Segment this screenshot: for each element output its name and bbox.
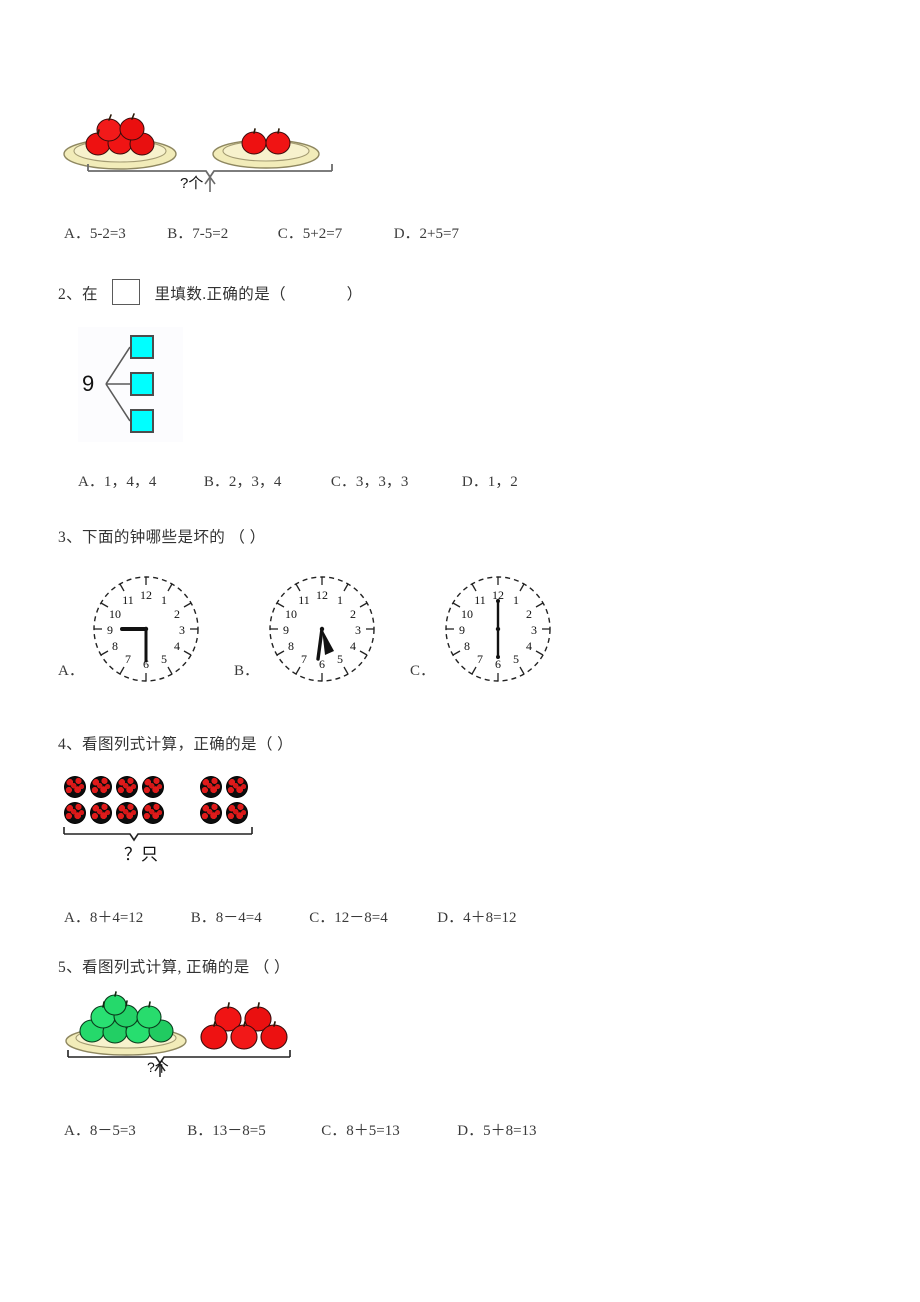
q4-stem: 4、看图列式计算，正确的是（ ） — [58, 736, 294, 753]
svg-text:1: 1 — [161, 593, 167, 607]
svg-text:1: 1 — [337, 593, 343, 607]
q2-total-number: 9 — [82, 371, 95, 396]
svg-text:12: 12 — [140, 588, 152, 602]
q4-options: A．8＋4=12 B．8－4=4 C．12－8=4 D．4＋8=12 — [64, 906, 858, 927]
q3-clock-b-svg: 12 12 345 678 91011 — [269, 576, 375, 682]
svg-text:11: 11 — [298, 593, 310, 607]
question-1: ?个 A．5-2=3 B．7-5=2 C．5+2=7 D．2+5=7 — [58, 96, 858, 243]
q3-clock-b-label: B． — [234, 663, 260, 679]
q5-option-a[interactable]: A．8－5=3 — [64, 1119, 136, 1140]
q4-option-a[interactable]: A．8＋4=12 — [64, 906, 143, 927]
q2-options: A．1，4，4 B．2，3，4 C．3，3，3 D．1，2 — [78, 470, 858, 491]
q1-options: A．5-2=3 B．7-5=2 C．5+2=7 D．2+5=7 — [64, 222, 858, 243]
svg-text:6: 6 — [319, 657, 325, 671]
q2-stem-close: ） — [346, 286, 363, 303]
q4-option-c[interactable]: C．12－8=4 — [309, 906, 387, 927]
q4-option-b[interactable]: B．8－4=4 — [191, 906, 262, 927]
svg-text:11: 11 — [474, 593, 486, 607]
svg-text:7: 7 — [477, 652, 483, 666]
svg-text:4: 4 — [350, 639, 356, 653]
q3-clock-c[interactable]: 12 1 2 345 678 9 10 11 — [438, 569, 558, 694]
worksheet-content: ?个 A．5-2=3 B．7-5=2 C．5+2=7 D．2+5=7 2、在 里… — [58, 96, 858, 1140]
q4-brace-svg — [63, 827, 253, 842]
q3-clock-b[interactable]: 12 1 2 345 678 9 10 11 — [262, 569, 382, 694]
svg-text:5: 5 — [513, 652, 519, 666]
svg-text:11: 11 — [122, 593, 134, 607]
svg-text:8: 8 — [464, 639, 470, 653]
q1-option-c[interactable]: C．5+2=7 — [278, 222, 342, 243]
q3-clock-a-label: A． — [58, 663, 84, 679]
svg-text:2: 2 — [526, 607, 532, 621]
q1-brace-label: ?个 — [180, 175, 204, 192]
svg-text:4: 4 — [174, 639, 180, 653]
question-2: 2、在 里填数.正确的是（ ） 9 A．1，4，4 B．2，3，4 C．3，3，… — [58, 279, 858, 491]
svg-text:4: 4 — [526, 639, 532, 653]
q5-apples-svg — [65, 991, 291, 1077]
svg-text:3: 3 — [179, 623, 185, 637]
q3-figure: 12 1 2 345 678 9 10 11 A． 12 1 2 3 4 5 6… — [58, 569, 858, 694]
svg-text:2: 2 — [350, 607, 356, 621]
svg-text:10: 10 — [109, 607, 121, 621]
q5-brace-label: ?个 — [147, 1059, 169, 1075]
q2-option-a[interactable]: A．1，4，4 — [78, 470, 156, 491]
svg-text:7: 7 — [301, 652, 307, 666]
q1-plates-svg — [63, 113, 333, 192]
svg-text:9: 9 — [283, 623, 289, 637]
q5-option-b[interactable]: B．13－8=5 — [187, 1119, 265, 1140]
svg-text:5: 5 — [337, 652, 343, 666]
q2-figure: 9 — [78, 327, 183, 442]
q4-option-d[interactable]: D．4＋8=12 — [437, 906, 516, 927]
q2-cyan-box-3[interactable] — [130, 409, 154, 433]
q5-option-c[interactable]: C．8＋5=13 — [321, 1119, 399, 1140]
question-4: 4、看图列式计算，正确的是（ ） ？只 A．8＋4=12 B．8－4=4 C．1… — [58, 732, 858, 927]
svg-text:9: 9 — [107, 623, 113, 637]
q1-option-a[interactable]: A．5-2=3 — [64, 222, 126, 243]
svg-text:12: 12 — [316, 588, 328, 602]
q3-clock-a-svg: 12 12 345 678 91011 — [93, 576, 199, 682]
svg-text:10: 10 — [461, 607, 473, 621]
q2-answer-box-icon — [112, 279, 141, 305]
q3-clock-c-svg: 12 12 345 678 91011 — [445, 576, 551, 682]
svg-text:3: 3 — [355, 623, 361, 637]
q4-figure: ？只 — [62, 772, 322, 864]
question-3: 3、下面的钟哪些是坏的 （ ） 12 1 2 3 4 5 6 7 8 9 10 … — [58, 525, 858, 694]
svg-text:2: 2 — [174, 607, 180, 621]
q5-options: A．8－5=3 B．13－8=5 C．8＋5=13 D．5＋8=13 — [64, 1119, 858, 1140]
svg-text:3: 3 — [531, 623, 537, 637]
q4-brace-label: ？只 — [124, 845, 158, 864]
svg-text:5: 5 — [161, 652, 167, 666]
q2-stem-after: 里填数.正确的是（ — [154, 286, 286, 303]
q1-option-d[interactable]: D．2+5=7 — [394, 222, 459, 243]
svg-text:10: 10 — [285, 607, 297, 621]
q2-stem-before: 2、在 — [58, 286, 98, 303]
q1-figure: ?个 — [58, 96, 358, 192]
q5-option-d[interactable]: D．5＋8=13 — [457, 1119, 536, 1140]
q2-cyan-box-2[interactable] — [130, 372, 154, 396]
svg-text:7: 7 — [125, 652, 131, 666]
q5-stem: 5、看图列式计算, 正确的是 （ ） — [58, 959, 290, 976]
q2-option-b[interactable]: B．2，3，4 — [204, 470, 282, 491]
worksheet-page: ?个 A．5-2=3 B．7-5=2 C．5+2=7 D．2+5=7 2、在 里… — [0, 0, 920, 1302]
svg-text:1: 1 — [513, 593, 519, 607]
q3-clock-c-label: C． — [410, 663, 436, 679]
svg-text:6: 6 — [495, 657, 501, 671]
q3-clock-a[interactable]: 12 1 2 345 678 9 10 11 — [86, 569, 206, 694]
svg-text:9: 9 — [459, 623, 465, 637]
q5-figure: ?个 — [62, 989, 332, 1077]
q2-stem: 2、在 里填数.正确的是（ ） — [58, 279, 858, 305]
svg-text:8: 8 — [112, 639, 118, 653]
question-5: 5、看图列式计算, 正确的是 （ ） ?个 A．8－5=3 B．13－8=5 C… — [58, 955, 858, 1140]
q2-option-c[interactable]: C．3，3，3 — [331, 470, 409, 491]
q2-cyan-box-1[interactable] — [130, 335, 154, 359]
q2-option-d[interactable]: D．1，2 — [462, 470, 518, 491]
svg-text:8: 8 — [288, 639, 294, 653]
q3-stem: 3、下面的钟哪些是坏的 （ ） — [58, 529, 266, 546]
q1-option-b[interactable]: B．7-5=2 — [167, 222, 228, 243]
